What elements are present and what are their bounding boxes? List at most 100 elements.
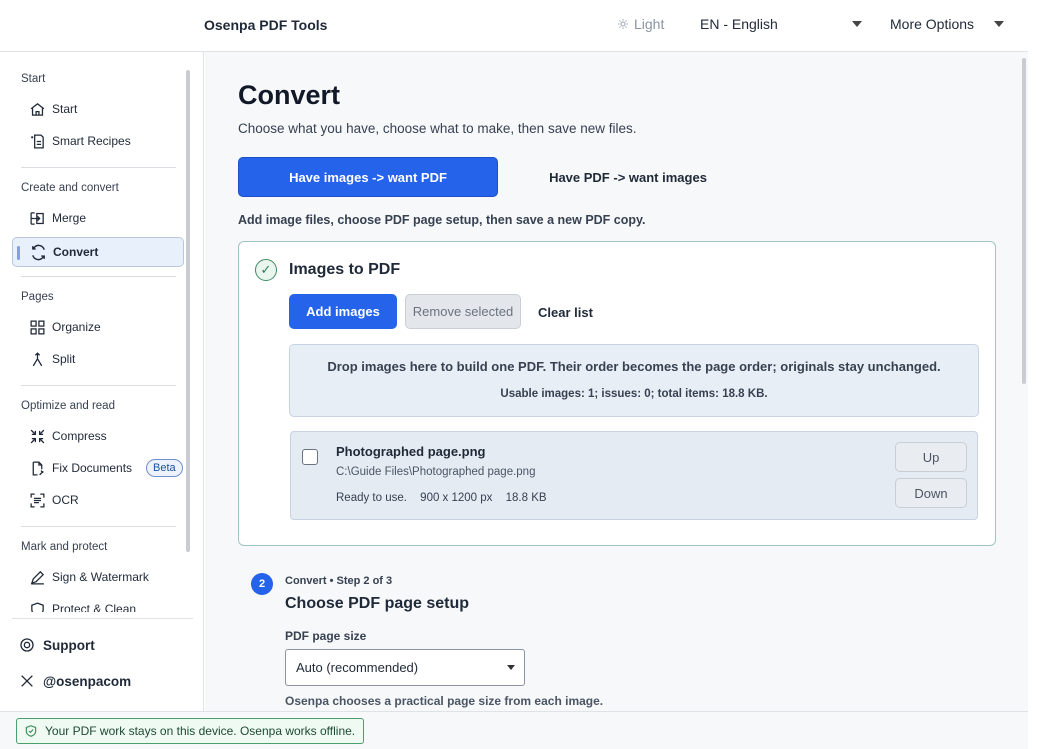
section-title-optimize: Optimize and read xyxy=(21,400,115,412)
move-down-button[interactable]: Down xyxy=(895,478,967,508)
pen-icon xyxy=(28,568,46,586)
file-size: 18.8 KB xyxy=(505,492,547,504)
recipes-icon xyxy=(28,132,46,150)
support-link[interactable]: Support xyxy=(19,637,95,653)
theme-label: Light xyxy=(634,16,665,32)
sidebar-item-label: Sign & Watermark xyxy=(52,570,149,584)
home-icon xyxy=(28,100,46,118)
divider xyxy=(21,167,176,168)
social-label: @osenpacom xyxy=(43,673,132,689)
x-logo-icon xyxy=(21,675,33,687)
window-gutter xyxy=(1028,0,1044,749)
sidebar-item-label: Merge xyxy=(52,211,87,225)
sidebar-item-split[interactable]: Split xyxy=(12,344,184,374)
more-options-label: More Options xyxy=(890,16,975,32)
language-select[interactable]: EN - English xyxy=(700,16,862,32)
card-title: Images to PDF xyxy=(289,261,401,278)
mode-images-to-pdf-button[interactable]: Have images -> want PDF xyxy=(238,157,498,197)
page-size-help: Osenpa chooses a practical page size fro… xyxy=(285,694,604,708)
image-dropzone[interactable]: Drop images here to build one PDF. Their… xyxy=(289,344,979,417)
grid-icon xyxy=(28,318,46,336)
step-eyebrow: Convert • Step 2 of 3 xyxy=(285,575,393,587)
sidebar-item-organize[interactable]: Organize xyxy=(12,312,184,342)
file-meta: Ready to use. 900 x 1200 px 18.8 KB xyxy=(336,492,557,504)
sidebar-item-ocr[interactable]: OCR xyxy=(12,485,184,515)
page-size-select[interactable]: Auto (recommended) xyxy=(285,649,525,686)
sidebar-item-label: Split xyxy=(52,352,76,366)
divider xyxy=(21,385,176,386)
top-header: Osenpa PDF Tools Light EN - English More… xyxy=(0,0,1028,52)
page-size-value: Auto (recommended) xyxy=(296,660,419,675)
sidebar: Start Start Smart Recipes Create and con… xyxy=(0,52,204,711)
mode-description: Add image files, choose PDF page setup, … xyxy=(238,213,646,227)
language-value: EN - English xyxy=(700,16,778,32)
chevron-down-icon xyxy=(994,21,1004,27)
shield-check-icon xyxy=(25,725,37,737)
remove-selected-button[interactable]: Remove selected xyxy=(405,294,521,329)
social-link[interactable]: @osenpacom xyxy=(19,673,131,689)
chevron-down-icon xyxy=(852,21,862,27)
file-list-item: Photographed page.png C:\Guide Files\Pho… xyxy=(290,431,978,520)
ocr-icon xyxy=(28,491,46,509)
sidebar-item-label: Fix Documents xyxy=(52,461,133,475)
support-label: Support xyxy=(43,637,95,653)
lifebuoy-icon xyxy=(20,638,34,652)
sidebar-item-protect-clean[interactable]: Protect & Clean xyxy=(12,594,184,612)
split-icon xyxy=(28,350,46,368)
sidebar-item-smart-recipes[interactable]: Smart Recipes xyxy=(12,126,184,156)
sidebar-scrollbar[interactable] xyxy=(186,70,190,552)
merge-icon xyxy=(28,209,46,227)
privacy-badge: Your PDF work stays on this device. Osen… xyxy=(16,718,365,744)
more-options-menu[interactable]: More Options xyxy=(890,16,1004,32)
mode-pdf-to-images-button[interactable]: Have PDF -> want images xyxy=(498,157,758,197)
sidebar-item-convert[interactable]: Convert xyxy=(12,237,184,267)
file-name: Photographed page.png xyxy=(336,444,486,459)
checkmark-icon: ✓ xyxy=(255,259,277,281)
chevron-down-icon xyxy=(507,665,515,670)
sidebar-item-label: Convert xyxy=(53,245,99,259)
section-title-start: Start xyxy=(21,73,46,85)
shield-icon xyxy=(28,600,46,612)
dropzone-stats: Usable images: 1; issues: 0; total items… xyxy=(500,388,768,400)
sidebar-item-fix-documents[interactable]: Fix Documents Beta xyxy=(12,453,184,483)
page-size-label: PDF page size xyxy=(285,629,367,643)
app-title: Osenpa PDF Tools xyxy=(204,17,328,33)
section-title-create: Create and convert xyxy=(21,182,119,194)
move-up-button[interactable]: Up xyxy=(895,442,967,472)
step-title: Choose PDF page setup xyxy=(285,595,470,612)
divider xyxy=(21,276,176,277)
fix-document-icon xyxy=(28,459,46,477)
sidebar-item-start[interactable]: Start xyxy=(12,94,184,124)
file-path: C:\Guide Files\Photographed page.png xyxy=(336,466,536,478)
beta-badge: Beta xyxy=(146,459,183,477)
main-scrollbar[interactable] xyxy=(1022,58,1026,384)
sidebar-item-merge[interactable]: Merge xyxy=(12,203,184,233)
sidebar-item-label: Organize xyxy=(52,320,101,334)
file-dimensions: 900 x 1200 px xyxy=(420,492,493,504)
privacy-text: Your PDF work stays on this device. Osen… xyxy=(45,724,356,738)
sidebar-item-label: Start xyxy=(52,102,78,116)
section-title-mark: Mark and protect xyxy=(21,541,108,553)
section-title-pages: Pages xyxy=(21,291,54,303)
divider xyxy=(21,526,176,527)
sidebar-item-label: Protect & Clean xyxy=(52,602,137,612)
sidebar-nav: Start Start Smart Recipes Create and con… xyxy=(0,52,192,612)
sidebar-item-label: OCR xyxy=(52,493,79,507)
sidebar-item-label: Compress xyxy=(52,429,107,443)
file-select-checkbox[interactable] xyxy=(302,449,318,465)
clear-list-button[interactable]: Clear list xyxy=(538,305,593,320)
sidebar-item-sign-watermark[interactable]: Sign & Watermark xyxy=(12,562,184,592)
page-subtitle: Choose what you have, choose what to mak… xyxy=(238,121,637,136)
sidebar-item-label: Smart Recipes xyxy=(52,134,131,148)
add-images-button[interactable]: Add images xyxy=(289,294,397,329)
sun-icon xyxy=(618,19,628,29)
theme-toggle[interactable]: Light xyxy=(617,16,664,32)
convert-icon xyxy=(29,243,47,261)
step-number-badge: 2 xyxy=(251,573,273,595)
status-footer: Your PDF work stays on this device. Osen… xyxy=(0,711,1028,749)
divider xyxy=(12,618,193,619)
file-status: Ready to use. xyxy=(336,492,407,504)
main-content: Convert Choose what you have, choose wha… xyxy=(205,52,1028,711)
sidebar-item-compress[interactable]: Compress xyxy=(12,421,184,451)
dropzone-text: Drop images here to build one PDF. Their… xyxy=(327,359,941,374)
